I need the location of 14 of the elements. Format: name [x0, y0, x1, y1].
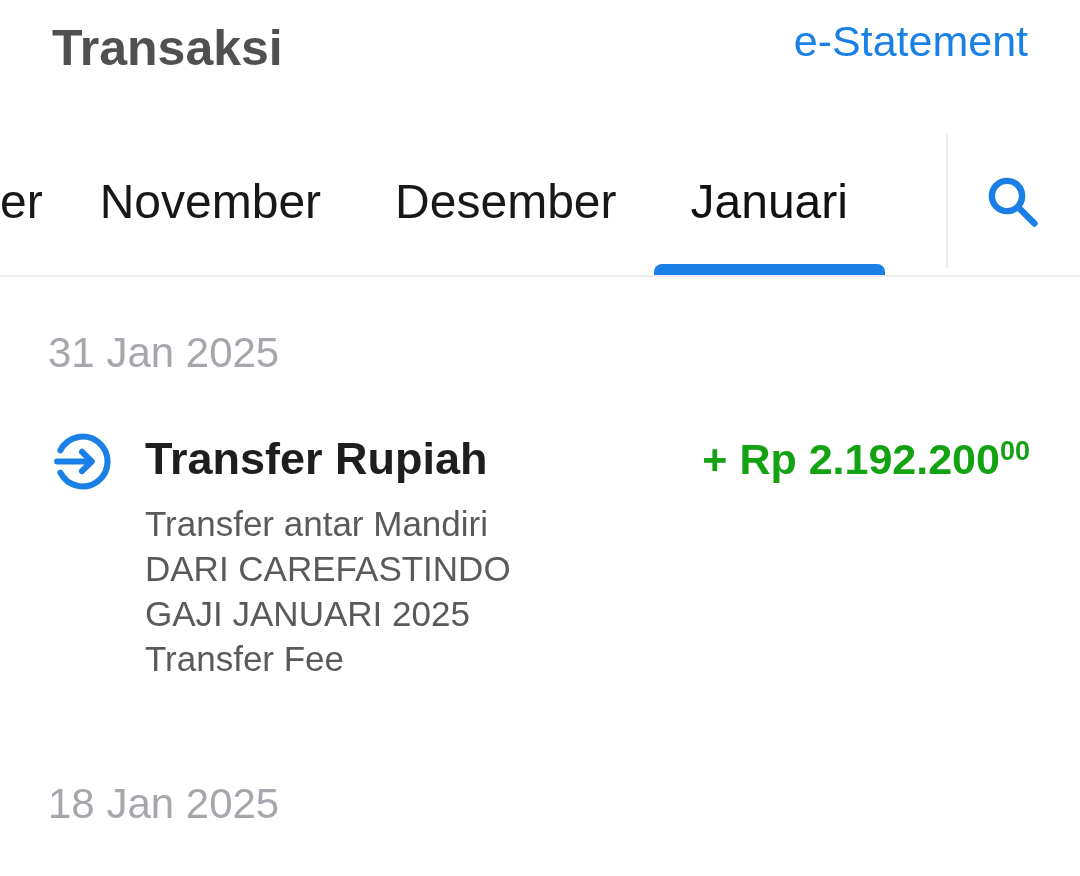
month-tab[interactable]: er	[0, 133, 63, 275]
month-tab[interactable]: Januari	[653, 133, 885, 275]
date-heading: 18 Jan 2025	[48, 779, 280, 829]
transaction-detail: Transfer antar Mandiri	[145, 503, 488, 545]
transaction-detail: GAJI JANUARI 2025	[145, 593, 470, 635]
transaction-amount: + Rp 2.192.200$^{00}$	[702, 434, 1030, 485]
transaction-detail: DARI CAREFASTINDO	[145, 548, 511, 590]
date-heading: 31 Jan 2025	[48, 328, 280, 378]
page-title: Transaksi	[52, 19, 283, 78]
month-tab[interactable]: Desember	[358, 133, 654, 275]
transaction-title: Transfer Rupiah	[145, 432, 488, 486]
e-statement-link[interactable]: e-Statement	[793, 16, 1028, 66]
month-tab[interactable]: November	[62, 133, 359, 275]
transaction-detail: Transfer Fee	[145, 638, 345, 680]
